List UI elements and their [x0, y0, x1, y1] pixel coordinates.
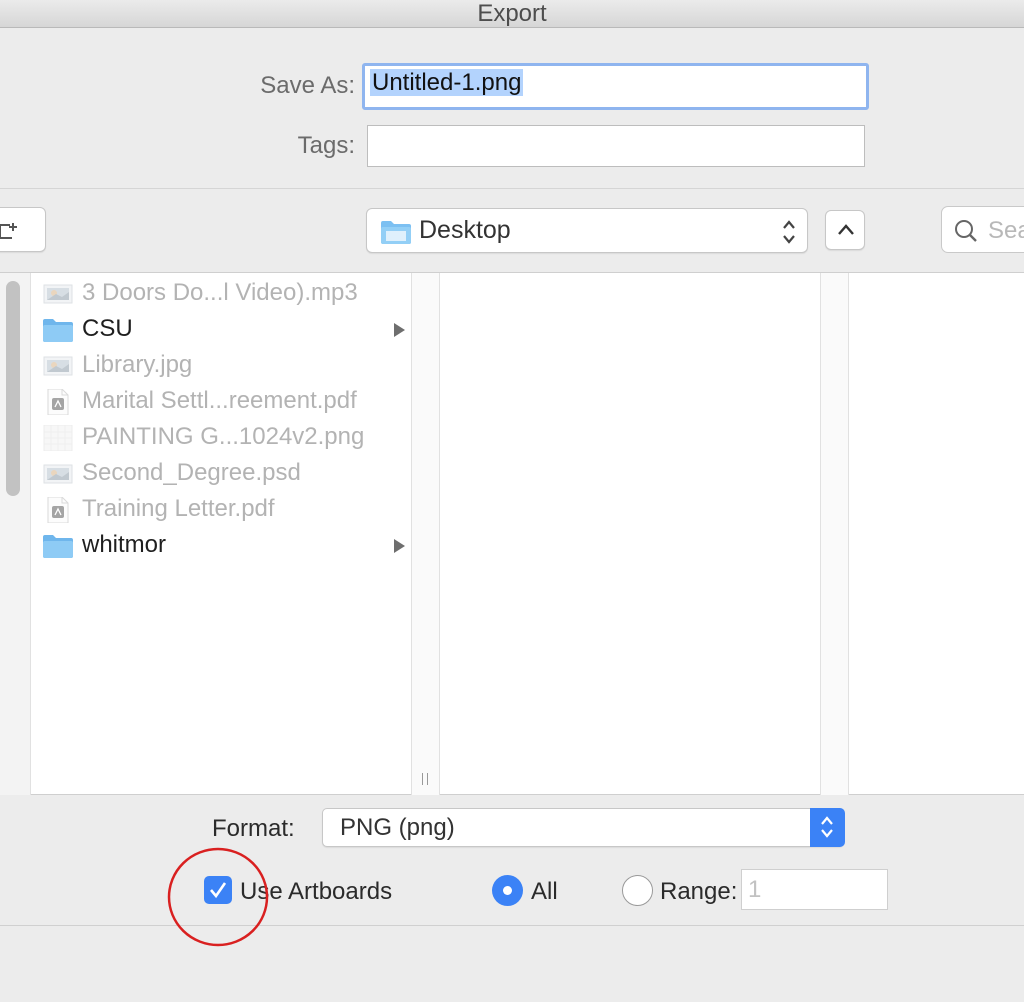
all-radio[interactable]: [492, 875, 523, 906]
image-file-icon: [42, 424, 74, 452]
file-name: CSU: [82, 315, 133, 342]
pdf-file-icon: [42, 388, 74, 416]
folder-icon: [381, 221, 411, 244]
file-row: Second_Degree.psd: [30, 455, 410, 491]
radio-dot: [503, 886, 512, 895]
all-label[interactable]: All: [531, 878, 558, 906]
image-file-icon: [42, 281, 74, 307]
file-row: Library.jpg: [30, 347, 410, 383]
range-label[interactable]: Range:: [660, 878, 737, 906]
file-browser: 3 Doors Do...l Video).mp3 CSU Library.jpg M…: [0, 272, 1024, 795]
pdf-file-icon: [42, 496, 74, 524]
file-row: 3 Doors Do...l Video).mp3: [30, 275, 410, 311]
tags-label: Tags:: [297, 132, 355, 159]
format-label: Format:: [212, 815, 295, 842]
window-title: Export: [0, 0, 1024, 28]
file-name: Library.jpg: [82, 351, 193, 378]
format-value: PNG (png): [340, 814, 455, 841]
new-folder-icon: [0, 223, 17, 239]
range-radio[interactable]: [622, 875, 653, 906]
save-as-value: Untitled-1.png: [370, 69, 524, 96]
file-name: whitmor: [82, 531, 167, 558]
save-as-field[interactable]: Untitled-1.png: [362, 63, 869, 110]
file-name: Marital Settl...reement.pdf: [82, 387, 357, 414]
search-icon: [955, 220, 977, 242]
file-name: Second_Degree.psd: [82, 459, 301, 486]
header-divider: [0, 188, 1024, 189]
folder-icon: [42, 533, 74, 559]
file-name: 3 Doors Do...l Video).mp3: [82, 279, 358, 306]
image-file-icon: [42, 353, 74, 379]
file-row[interactable]: CSU: [30, 311, 410, 347]
column-gutter: [412, 273, 439, 795]
column-separator: [848, 273, 849, 795]
file-row: Marital Settl...reement.pdf: [30, 383, 410, 419]
search-field[interactable]: Sea: [941, 206, 1024, 253]
new-folder-button[interactable]: [0, 207, 46, 252]
save-as-label: Save As:: [260, 72, 355, 99]
collapse-button[interactable]: [825, 210, 865, 250]
chevron-up-icon: [838, 224, 854, 235]
format-popup[interactable]: PNG (png): [322, 808, 845, 847]
location-popup[interactable]: Desktop: [366, 208, 808, 253]
file-row: Training Letter.pdf: [30, 491, 410, 527]
footer-divider: [0, 925, 1024, 926]
file-name: PAINTING G...1024v2.png: [82, 423, 365, 450]
column-separator: [439, 273, 440, 795]
file-column: 3 Doors Do...l Video).mp3 CSU Library.jpg M…: [30, 273, 411, 795]
scrollbar-thumb[interactable]: [6, 281, 20, 496]
format-stepper: [810, 808, 845, 847]
column-gutter: [821, 273, 848, 795]
column-resize-handle[interactable]: [420, 773, 432, 787]
image-file-icon: [42, 461, 74, 487]
annotation-circle: [167, 847, 269, 947]
disclosure-arrow-icon: [394, 539, 405, 553]
disclosure-arrow-icon: [394, 323, 405, 337]
tags-field[interactable]: [367, 125, 865, 167]
folder-icon: [42, 317, 74, 343]
file-row[interactable]: whitmor: [30, 527, 410, 563]
search-placeholder: Sea: [988, 217, 1024, 244]
file-row: PAINTING G...1024v2.png: [30, 419, 410, 455]
file-name: Training Letter.pdf: [82, 495, 275, 522]
chevron-updown-icon: [821, 816, 833, 838]
chevron-updown-icon: [783, 220, 795, 244]
location-label: Desktop: [419, 216, 511, 244]
range-field[interactable]: 1: [741, 869, 888, 910]
